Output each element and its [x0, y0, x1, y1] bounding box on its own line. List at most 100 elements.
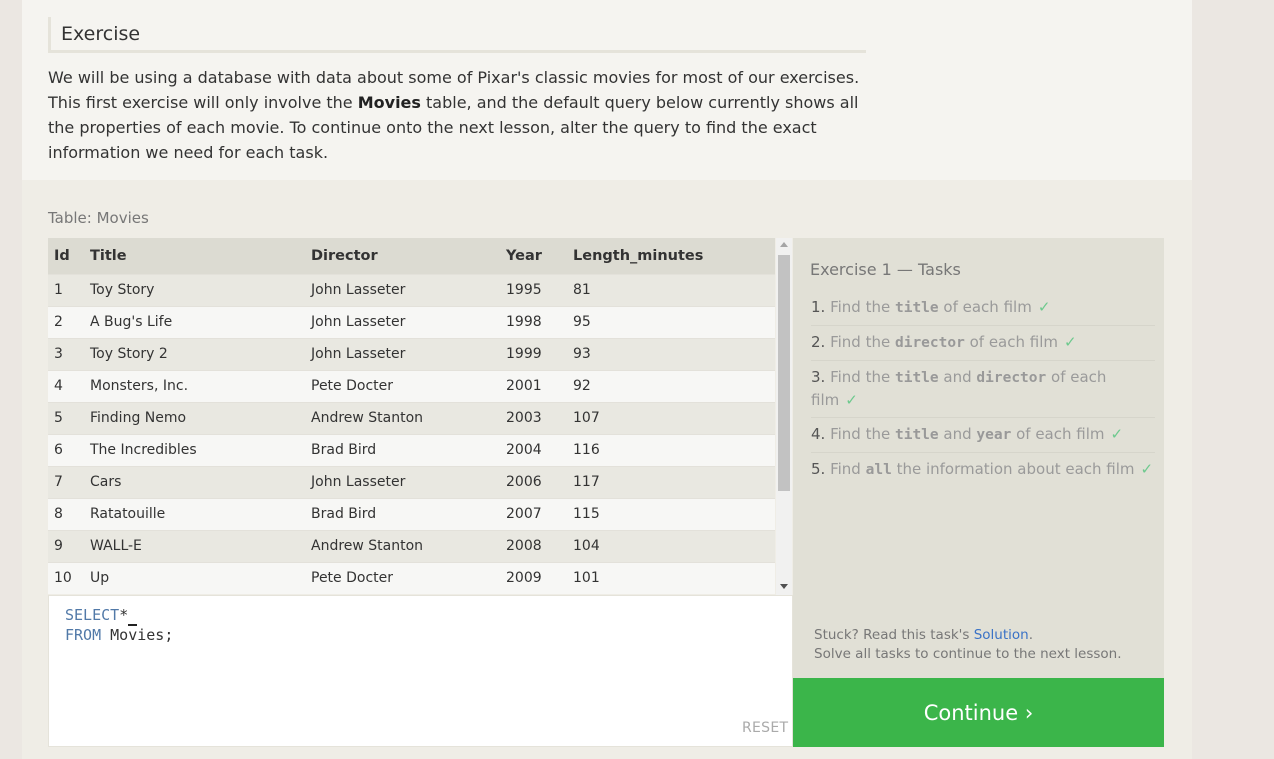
- task-code-term: year: [976, 427, 1012, 443]
- task-number: 4.: [811, 425, 826, 443]
- table-row: 5 Finding Nemo Andrew Stanton 2003 107: [48, 401, 775, 434]
- text-cursor: [128, 606, 138, 626]
- solution-link[interactable]: Solution: [974, 627, 1029, 643]
- from-table: Movies;: [101, 626, 174, 644]
- cell-title: Ratatouille: [90, 497, 311, 530]
- exercise-heading: Exercise: [48, 17, 866, 53]
- column-header-director: Director: [311, 238, 506, 274]
- tasks-panel: Exercise 1 — Tasks 1. Find the title of …: [793, 238, 1164, 678]
- cell-year: 2003: [506, 401, 573, 434]
- cell-title: A Bug's Life: [90, 305, 311, 338]
- table-row: 2A Bug's Life John Lasseter 1998 95: [48, 305, 775, 338]
- cell-director: John Lasseter: [311, 305, 506, 338]
- stuck-suffix: .: [1028, 627, 1034, 643]
- task-code-term: director: [976, 370, 1047, 386]
- solve-all-text: Solve all tasks to continue to the next …: [814, 646, 1122, 662]
- exercise-intro: We will be using a database with data ab…: [48, 65, 878, 165]
- cell-length: 116: [573, 433, 775, 466]
- help-text: Stuck? Read this task's Solution. Solve …: [814, 626, 1122, 664]
- checkmark-icon: ✓: [1110, 425, 1124, 443]
- cell-id: 2: [48, 305, 90, 338]
- page: Exercise We will be using a database wit…: [22, 0, 1192, 759]
- lesson-section: Exercise We will be using a database wit…: [22, 0, 1192, 180]
- task-code-term: title: [894, 427, 939, 443]
- cell-id: 1: [48, 273, 90, 306]
- cell-title: WALL-E: [90, 529, 311, 562]
- cell-year: 2009: [506, 561, 573, 594]
- cell-title: Finding Nemo: [90, 401, 311, 434]
- task-item: 5. Find all the information about each f…: [811, 453, 1155, 487]
- cell-title: Cars: [90, 465, 311, 498]
- cell-director: Andrew Stanton: [311, 401, 506, 434]
- task-code-term: title: [894, 370, 939, 386]
- continue-button[interactable]: Continue ›: [793, 678, 1164, 747]
- cell-length: 104: [573, 529, 775, 562]
- table-row: 3 Toy Story 2 John Lasseter 1999 93: [48, 337, 775, 370]
- table-scrollbar[interactable]: [776, 238, 792, 595]
- cell-director: John Lasseter: [311, 337, 506, 370]
- cell-id: 4: [48, 369, 90, 402]
- stuck-prefix: Stuck? Read this task's: [814, 627, 974, 643]
- results-table-container[interactable]: Id Title Director Year Length_minutes 1T…: [48, 238, 792, 595]
- cell-director: Andrew Stanton: [311, 529, 506, 562]
- task-text: Find: [830, 460, 866, 478]
- cell-director: Brad Bird: [311, 433, 506, 466]
- cell-director: John Lasseter: [311, 465, 506, 498]
- cell-year: 2004: [506, 433, 573, 466]
- task-text: Find the: [830, 333, 895, 351]
- table-row: 9 WALL-E Andrew Stanton 2008 104: [48, 529, 775, 562]
- task-text: the information about each film: [891, 460, 1135, 478]
- checkmark-icon: ✓: [1037, 298, 1051, 316]
- task-text: of each film: [1011, 425, 1105, 443]
- cell-id: 8: [48, 497, 90, 530]
- tasks-title: Exercise 1 — Tasks: [810, 260, 961, 279]
- cell-title: Toy Story 2: [90, 337, 311, 370]
- column-header-year: Year: [506, 238, 573, 274]
- cell-length: 93: [573, 337, 775, 370]
- task-text: and: [938, 368, 977, 386]
- checkmark-icon: ✓: [845, 391, 858, 409]
- cell-length: 81: [573, 273, 775, 306]
- cell-id: 3: [48, 337, 90, 370]
- keyword-from: FROM: [65, 626, 102, 644]
- cell-length: 117: [573, 465, 775, 498]
- scroll-up-arrow-icon[interactable]: [780, 242, 788, 247]
- cell-year: 1998: [506, 305, 573, 338]
- select-columns: *: [119, 606, 129, 624]
- cell-title: Up: [90, 561, 311, 594]
- table-header-row: Id Title Director Year Length_minutes: [48, 238, 775, 274]
- cell-id: 10: [48, 561, 90, 594]
- sql-query-editor[interactable]: SELECT* FROM Movies;: [48, 595, 793, 747]
- column-header-length: Length_minutes: [573, 238, 775, 274]
- cell-year: 1999: [506, 337, 573, 370]
- cell-id: 7: [48, 465, 90, 498]
- cell-id: 9: [48, 529, 90, 562]
- keyword-select: SELECT: [65, 606, 120, 624]
- task-text: of each film: [964, 333, 1058, 351]
- table-row: 7 Cars John Lasseter 2006 117: [48, 465, 775, 498]
- task-text: and: [938, 425, 977, 443]
- task-item: 2. Find the director of each film ✓: [811, 326, 1155, 361]
- scrollbar-thumb[interactable]: [778, 255, 790, 491]
- cell-length: 107: [573, 401, 775, 434]
- cell-title: The Incredibles: [90, 433, 311, 466]
- task-text: Find the: [830, 298, 895, 316]
- cell-title: Toy Story: [90, 273, 311, 306]
- cell-length: 115: [573, 497, 775, 530]
- table-row: 10 Up Pete Docter 2009 101: [48, 561, 775, 594]
- cell-length: 92: [573, 369, 775, 402]
- query-line-1: SELECT*: [65, 605, 776, 626]
- intro-table-name: Movies: [357, 93, 421, 112]
- task-text: Find the: [830, 368, 895, 386]
- cell-title: Monsters, Inc.: [90, 369, 311, 402]
- cell-director: Brad Bird: [311, 497, 506, 530]
- results-table: Id Title Director Year Length_minutes 1T…: [48, 238, 775, 594]
- task-number: 1.: [811, 298, 826, 316]
- task-number: 5.: [811, 460, 826, 478]
- cell-year: 2007: [506, 497, 573, 530]
- checkmark-icon: ✓: [1064, 333, 1077, 351]
- reset-button[interactable]: RESET: [742, 720, 788, 736]
- table-row: 8 Ratatouille Brad Bird 2007 115: [48, 497, 775, 530]
- scroll-down-arrow-icon[interactable]: [780, 584, 788, 589]
- cell-year: 1995: [506, 273, 573, 306]
